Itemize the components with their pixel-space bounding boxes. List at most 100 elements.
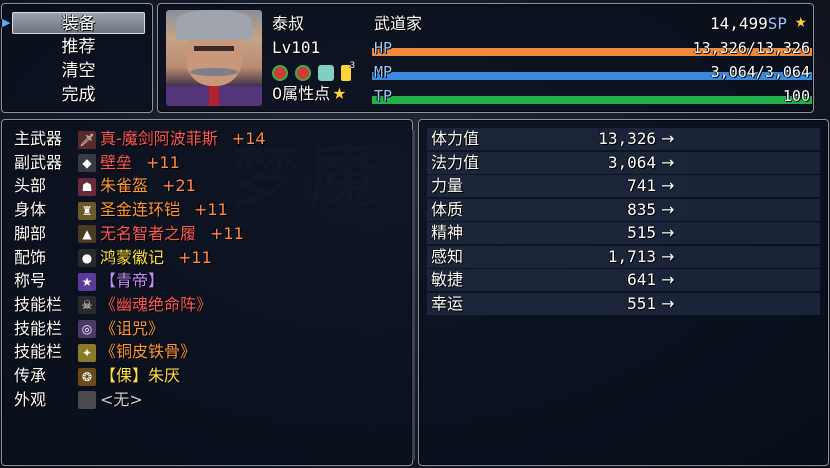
- param-name: 法力值: [431, 152, 480, 172]
- equipment-slot-label: 身体: [14, 200, 47, 220]
- param-name: 敏捷: [431, 270, 464, 289]
- param-value: 551: [627, 293, 656, 313]
- param-value: 3,064: [607, 152, 656, 172]
- buff-hp-icon: [272, 64, 288, 81]
- equipment-row[interactable]: 身体 ♜ 圣金连环铠 +11: [14, 199, 228, 221]
- command-clear[interactable]: 清空: [12, 60, 145, 82]
- cursor-arrow-icon: ▶: [2, 16, 11, 29]
- param-name: 体力值: [431, 129, 480, 148]
- mp-label: MP: [374, 63, 393, 81]
- tp-gauge: TP 100: [372, 86, 812, 106]
- actor-class: 武道家: [374, 14, 423, 33]
- equipment-slot-label: 副武器: [14, 152, 63, 172]
- param-arrow-icon: →: [661, 129, 675, 148]
- mp-value: 3,064/3,064: [710, 63, 810, 81]
- param-row: 体力值 13,326 →: [427, 128, 820, 150]
- equipment-item-name: 圣金连环铠: [100, 200, 181, 220]
- equipment-plus-level: +11: [210, 223, 244, 243]
- param-row: 精神 515 →: [427, 222, 820, 244]
- equipment-plus-level: +21: [162, 176, 196, 196]
- equipment-slot-label: 技能栏: [14, 318, 63, 338]
- equipment-row[interactable]: 技能栏 ☠ 《幽魂绝命阵》: [14, 294, 212, 316]
- body-icon: ✦: [78, 343, 96, 362]
- param-row: 敏捷 641 →: [427, 269, 820, 291]
- attr-star-icon: ★: [332, 84, 347, 103]
- potion-icon: [318, 64, 335, 81]
- param-name: 精神: [431, 223, 464, 242]
- badge-icon: ●: [78, 249, 96, 267]
- equipment-slot-label: 头部: [14, 176, 47, 196]
- equipment-row[interactable]: 称号 ★ 【青帝】: [14, 270, 164, 292]
- equipment-row[interactable]: 传承 ❂ 【倮】朱厌: [14, 365, 180, 387]
- equipment-plus-level: +11: [178, 247, 212, 267]
- actor-status-window: 泰叔 武道家 14,499SP ★ Lv101 3 0属性点 ★ HP 13,32…: [157, 3, 814, 113]
- equipment-row[interactable]: 技能栏 ✦ 《铜皮铁骨》: [14, 341, 196, 363]
- param-value: 1,713: [607, 246, 656, 266]
- param-value: 515: [627, 223, 656, 242]
- curse-icon: ◎: [78, 320, 96, 339]
- command-finish[interactable]: 完成: [12, 84, 145, 106]
- equipment-item-name: 【倮】朱厌: [100, 366, 181, 385]
- command-recommend[interactable]: 推荐: [12, 36, 145, 58]
- equipment-item-name: 朱雀盔: [100, 176, 149, 196]
- buff-attack-icon: [295, 64, 312, 81]
- equipment-item-name: 《诅咒》: [100, 318, 165, 338]
- equipment-row[interactable]: 副武器 ◆ 壁垒 +11: [14, 152, 180, 174]
- param-row: 幸运 551 →: [427, 292, 820, 315]
- equipment-plus-level: +11: [194, 200, 228, 220]
- hp-value: 13,326/13,326: [692, 39, 810, 57]
- param-arrow-icon: →: [661, 293, 675, 313]
- equipment-item-name: 《幽魂绝命阵》: [100, 294, 213, 314]
- param-value: 13,326: [598, 129, 656, 148]
- empty-icon: [78, 391, 96, 410]
- inherit-icon: ❂: [78, 367, 96, 386]
- actor-level: Lv101: [272, 38, 321, 57]
- equipment-plus-level: +14: [231, 129, 266, 148]
- param-arrow-icon: →: [661, 199, 675, 219]
- equipment-item-name: 《铜皮铁骨》: [100, 342, 197, 362]
- attr-points-label: 0属性点: [272, 84, 331, 103]
- equipment-row[interactable]: 外观 <无>: [14, 389, 143, 411]
- param-name: 体质: [431, 199, 464, 219]
- equipment-slot-label: 脚部: [14, 223, 47, 243]
- equipment-window: 主武器 🗡 真-魔剑阿波菲斯 +14 副武器 ◆ 壁垒 +11 头部 ☗ 朱雀盔 +21 身体 ♜ 圣金连环…: [1, 119, 415, 466]
- param-arrow-icon: →: [661, 246, 675, 266]
- attr-points: 0属性点 ★: [272, 84, 347, 104]
- sp-label: SP: [767, 14, 787, 33]
- boots-icon: ▲: [78, 225, 96, 244]
- param-name: 力量: [431, 176, 464, 195]
- equipment-item-name: <无>: [100, 389, 143, 409]
- equipment-scrollbar[interactable]: [412, 130, 415, 460]
- equipment-item-name: 真-魔剑阿波菲斯: [100, 129, 218, 148]
- param-arrow-icon: →: [661, 152, 675, 172]
- skull-icon: ☠: [78, 296, 96, 315]
- param-row: 力量 741 →: [427, 175, 820, 197]
- actor-name: 泰叔: [272, 14, 305, 33]
- equipment-slot-label: 技能栏: [14, 342, 63, 362]
- equipment-row[interactable]: 技能栏 ◎ 《诅咒》: [14, 318, 164, 340]
- param-arrow-icon: →: [661, 176, 675, 195]
- command-equip[interactable]: 装备: [12, 12, 145, 34]
- sword-icon: 🗡: [78, 130, 96, 149]
- param-value: 641: [627, 270, 656, 289]
- param-row: 感知 1,713 →: [427, 245, 820, 268]
- equipment-row[interactable]: 主武器 🗡 真-魔剑阿波菲斯 +14: [14, 128, 266, 150]
- helmet-icon: ☗: [78, 177, 96, 196]
- shield-icon: ◆: [78, 154, 96, 173]
- equipment-row[interactable]: 脚部 ▲ 无名智者之履 +11: [14, 223, 244, 245]
- command-window: ▶ 装备 推荐 清空 完成: [1, 3, 153, 113]
- equipment-item-name: 【青帝】: [100, 271, 165, 291]
- equipment-plus-level: +11: [146, 152, 180, 172]
- title-icon: ★: [78, 272, 96, 291]
- state-icons: 3: [272, 61, 355, 82]
- parameters-window: 体力值 13,326 → 法力值 3,064 → 力量 741 → 体质 835 → 精神 515 → 感知 1…: [418, 119, 829, 466]
- equipment-row[interactable]: 头部 ☗ 朱雀盔 +21: [14, 175, 196, 197]
- hp-gauge: HP 13,326/13,326: [372, 38, 812, 58]
- equipment-row[interactable]: 配饰 ● 鸿蒙徽记 +11: [14, 247, 212, 269]
- armor-icon: ♜: [78, 201, 96, 220]
- flask-icon: 3: [341, 61, 355, 81]
- param-value: 835: [627, 199, 656, 219]
- param-row: 体质 835 →: [427, 198, 820, 221]
- tp-label: TP: [374, 87, 393, 105]
- actor-portrait: [166, 10, 262, 106]
